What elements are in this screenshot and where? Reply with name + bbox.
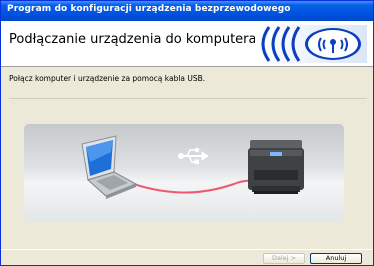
printer-icon [248,140,304,194]
header-divider [1,66,373,67]
next-button[interactable]: Dalej > [263,253,305,264]
usb-connection-illustration [24,124,344,222]
wireless-logo-icon [255,25,367,63]
instruction-text: Połącz komputer i urządzenie za pomocą k… [9,74,206,83]
setup-wizard-window: Program do konfiguracji urządzenia bezpr… [0,0,374,266]
usb-cable [121,179,259,194]
laptop-icon [81,135,138,199]
page-title: Podłączanie urządzenia do komputera [9,32,257,47]
cancel-button[interactable]: Anuluj [310,253,362,264]
title-bar[interactable]: Program do konfiguracji urządzenia bezpr… [1,1,373,21]
content-divider [9,98,367,99]
usb-icon [178,147,209,164]
footer-divider [1,249,373,250]
wizard-header: Podłączanie urządzenia do komputera [1,21,373,66]
window-title: Program do konfiguracji urządzenia bezpr… [7,4,291,14]
